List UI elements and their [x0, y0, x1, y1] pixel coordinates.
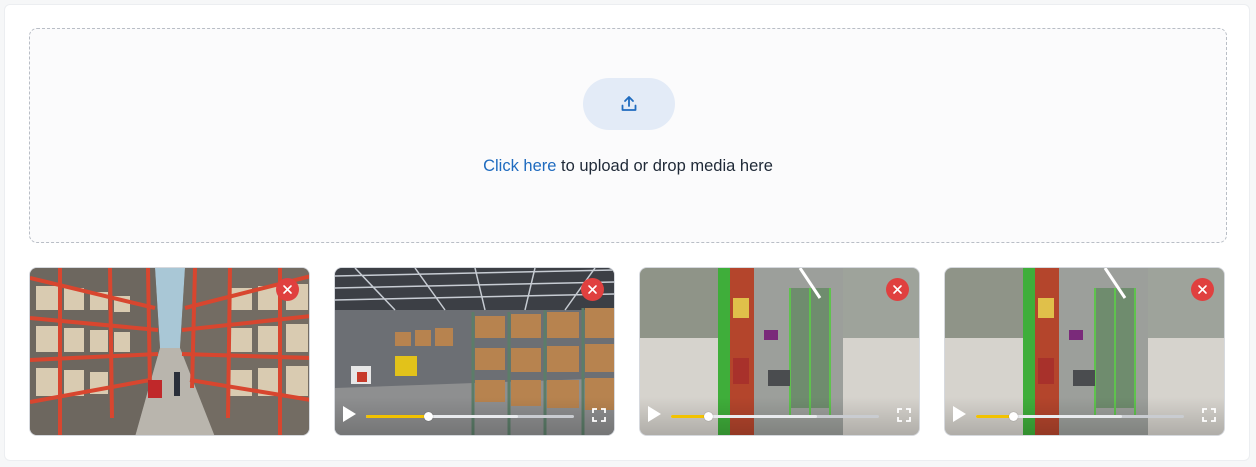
play-icon	[953, 406, 966, 422]
play-icon	[343, 406, 356, 422]
progress-scrubber[interactable]	[424, 412, 434, 421]
progress-fill	[671, 415, 709, 418]
remove-media-button[interactable]	[276, 278, 299, 301]
upload-link[interactable]: Click here	[483, 157, 556, 175]
fullscreen-icon	[1202, 408, 1216, 422]
upload-button[interactable]	[583, 78, 675, 130]
progress-fill	[976, 415, 1014, 418]
video-progress-bar[interactable]	[671, 412, 879, 421]
media-thumbnail-video[interactable]	[944, 267, 1225, 436]
play-button[interactable]	[644, 404, 664, 426]
progress-scrubber[interactable]	[1009, 412, 1019, 421]
video-progress-bar[interactable]	[976, 412, 1184, 421]
fullscreen-icon	[897, 408, 911, 422]
close-icon	[283, 285, 292, 294]
fullscreen-button[interactable]	[590, 407, 608, 425]
progress-scrubber[interactable]	[704, 412, 714, 421]
warehouse-aisle-image	[30, 268, 309, 435]
media-thumbnail-video[interactable]	[334, 267, 615, 436]
video-controls	[335, 397, 614, 435]
fullscreen-button[interactable]	[1200, 407, 1218, 425]
remove-media-button[interactable]	[1191, 278, 1214, 301]
play-icon	[648, 406, 661, 422]
video-progress-bar[interactable]	[366, 412, 574, 421]
upload-dropzone[interactable]: Click here to upload or drop media here	[29, 28, 1227, 243]
video-controls	[945, 397, 1224, 435]
fullscreen-button[interactable]	[895, 407, 913, 425]
media-thumbnail-video[interactable]	[639, 267, 920, 436]
media-thumbnail-image[interactable]	[29, 267, 310, 436]
play-button[interactable]	[339, 404, 359, 426]
upload-icon	[621, 96, 637, 111]
close-icon	[588, 285, 597, 294]
play-button[interactable]	[949, 404, 969, 426]
close-icon	[1198, 285, 1207, 294]
remove-media-button[interactable]	[581, 278, 604, 301]
close-icon	[893, 285, 902, 294]
upload-instruction-text: to upload or drop media here	[556, 157, 773, 175]
remove-media-button[interactable]	[886, 278, 909, 301]
progress-fill	[366, 415, 429, 418]
video-controls	[640, 397, 919, 435]
fullscreen-icon	[592, 408, 606, 422]
upload-instruction: Click here to upload or drop media here	[30, 157, 1226, 176]
